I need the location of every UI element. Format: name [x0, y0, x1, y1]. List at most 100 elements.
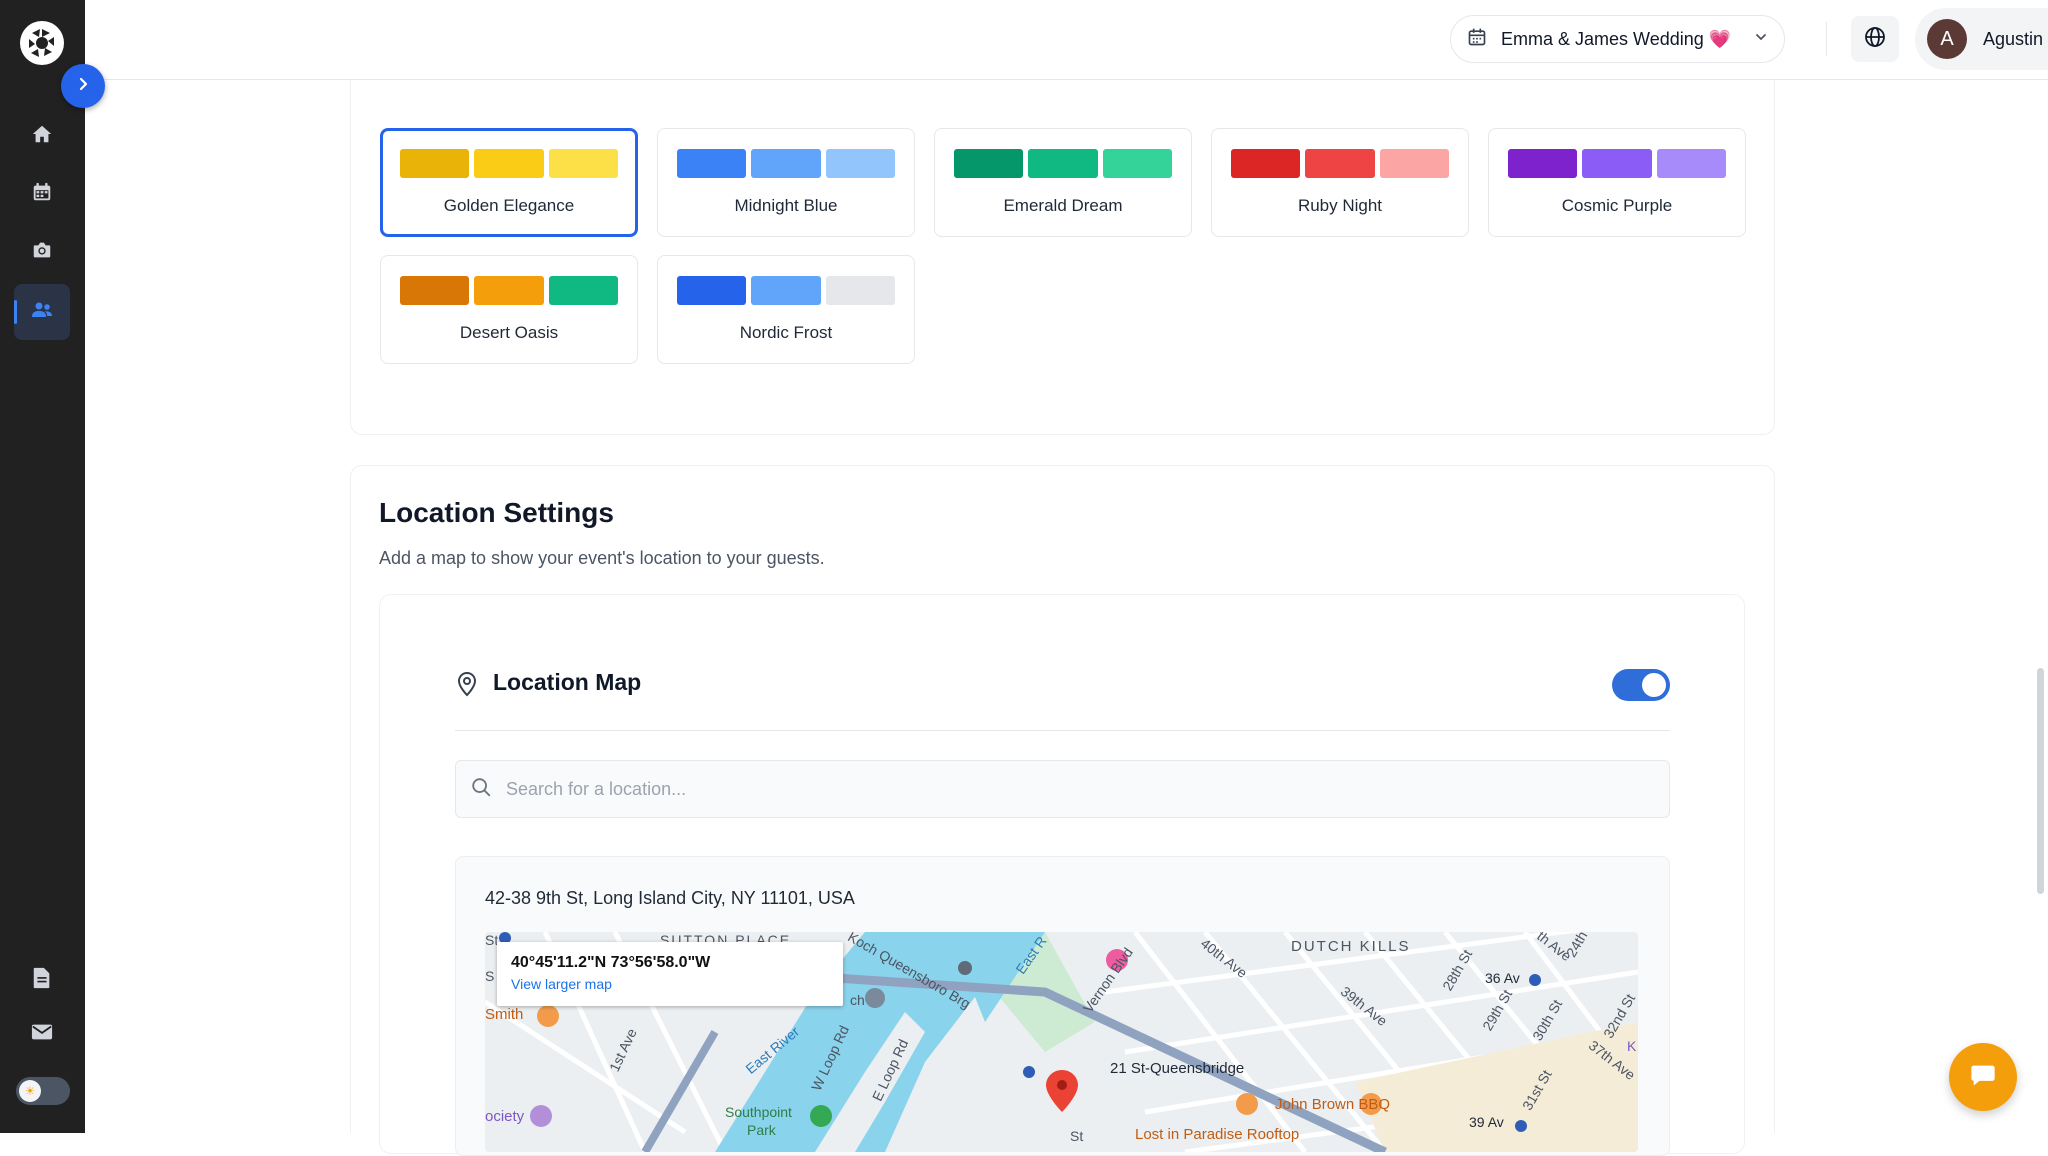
palette-option-emerald-dream[interactable]: Emerald Dream — [934, 128, 1192, 237]
camera-aperture-logo[interactable] — [19, 20, 65, 66]
palette-option-midnight-blue[interactable]: Midnight Blue — [657, 128, 915, 237]
chat-button[interactable] — [1949, 1043, 2017, 1111]
nav-home[interactable] — [14, 108, 70, 164]
palette-option-ruby-night[interactable]: Ruby Night — [1211, 128, 1469, 237]
map-label-st-fragment-3: St — [1070, 1128, 1084, 1144]
location-address: 42-38 9th St, Long Island City, NY 11101… — [485, 888, 855, 908]
palette-swatch — [400, 276, 470, 305]
chevron-down-icon — [1754, 30, 1768, 49]
palette-option-golden-elegance[interactable]: Golden Elegance — [380, 128, 638, 237]
palette-option-nordic-frost[interactable]: Nordic Frost — [657, 255, 915, 364]
users-icon — [30, 298, 54, 327]
location-search-input[interactable] — [506, 778, 1655, 800]
map-label-dutch-kills: DUTCH KILLS — [1291, 938, 1411, 955]
palette-option-desert-oasis[interactable]: Desert Oasis — [380, 255, 638, 364]
map-label-southpoint: Southpoint — [725, 1104, 792, 1120]
document-icon — [32, 967, 52, 994]
map-label-lost-in-paradise: Lost in Paradise Rooftop — [1135, 1126, 1300, 1143]
nav-documents[interactable] — [14, 952, 70, 1008]
camera-icon — [31, 239, 53, 266]
map-label-john-brown-bbq: John Brown BBQ — [1275, 1096, 1391, 1113]
palette-swatch — [677, 149, 747, 178]
map-label-smith: Smith — [485, 1006, 524, 1023]
calendar-icon — [31, 181, 53, 208]
palette-swatch — [400, 149, 470, 178]
palette-swatch — [954, 149, 1024, 178]
palette-swatches — [677, 276, 895, 305]
palette-swatch — [825, 276, 895, 305]
chevron-right-icon — [75, 76, 91, 97]
palette-swatch — [677, 276, 747, 305]
embedded-map[interactable]: SUTTON PLACE DUTCH KILLS Koch Queensboro… — [485, 932, 1638, 1152]
palette-option-cosmic-purple[interactable]: Cosmic Purple — [1488, 128, 1746, 237]
user-name: Agustin — [1983, 28, 2044, 49]
palette-name: Ruby Night — [1297, 196, 1383, 215]
palette-swatch — [474, 149, 544, 178]
map-info-box: 40°45'11.2"N 73°56'58.0"W View larger ma… — [497, 942, 843, 1006]
header-divider — [1826, 22, 1827, 56]
event-selector[interactable]: Emma & James Wedding 💗 — [1450, 15, 1785, 63]
nav-messages[interactable] — [14, 1006, 70, 1062]
user-menu[interactable]: A Agustin — [1915, 8, 2048, 70]
language-button[interactable] — [1851, 16, 1899, 62]
top-bar: Emma & James Wedding 💗 A Agustin — [85, 0, 2048, 80]
palette-swatch — [751, 149, 821, 178]
palette-name: Nordic Frost — [739, 323, 833, 342]
nav-calendar[interactable] — [14, 166, 70, 222]
palette-swatch — [548, 149, 618, 178]
palette-swatch — [1102, 149, 1172, 178]
palette-name: Desert Oasis — [459, 323, 559, 342]
location-search-field[interactable] — [455, 760, 1670, 818]
view-larger-map-link[interactable]: View larger map — [511, 976, 829, 992]
palette-swatches — [400, 149, 618, 178]
palette-swatches — [1508, 149, 1726, 178]
palette-swatches — [954, 149, 1172, 178]
toggle-knob — [1642, 673, 1666, 697]
section-divider — [455, 730, 1670, 731]
nav-active-indicator — [14, 300, 17, 324]
sun-icon: ☀ — [19, 1080, 41, 1102]
palette-swatch — [1379, 149, 1449, 178]
palette-name: Cosmic Purple — [1561, 196, 1673, 215]
mail-icon — [31, 1023, 53, 1046]
palette-swatch — [825, 149, 895, 178]
palette-swatch — [474, 276, 544, 305]
home-icon — [31, 123, 53, 150]
map-label-park: Park — [747, 1122, 776, 1138]
map-label-36-av: 36 Av — [1485, 970, 1520, 986]
event-selector-label: Emma & James Wedding 💗 — [1501, 28, 1732, 49]
palette-swatch — [1231, 149, 1301, 178]
map-coordinates: 40°45'11.2"N 73°56'58.0"W — [511, 954, 711, 971]
calendar-icon — [1467, 27, 1487, 52]
map-label-s-fragment: S — [485, 968, 495, 984]
location-map-toggle[interactable] — [1612, 669, 1670, 701]
theme-toggle[interactable]: ☀ — [16, 1077, 70, 1105]
map-pin-icon — [455, 671, 481, 697]
palette-swatch — [1582, 149, 1652, 178]
search-icon — [470, 776, 492, 803]
expand-sidebar-button[interactable] — [61, 64, 105, 108]
nav-camera[interactable] — [14, 224, 70, 280]
chat-bubble-icon — [1969, 1061, 1997, 1094]
avatar: A — [1927, 19, 1967, 59]
palette-swatch — [548, 276, 618, 305]
palette-swatches — [1231, 149, 1449, 178]
palette-name: Emerald Dream — [1003, 196, 1123, 215]
palette-swatches — [400, 276, 618, 305]
location-settings-subtitle: Add a map to show your event's location … — [379, 548, 825, 568]
palette-swatch — [1656, 149, 1726, 178]
palette-name: Golden Elegance — [443, 196, 575, 215]
location-map-title: Location Map — [493, 669, 642, 695]
palette-name: Midnight Blue — [734, 196, 838, 215]
palette-swatch — [1305, 149, 1375, 178]
nav-guests[interactable] — [14, 284, 70, 340]
location-settings-title: Location Settings — [379, 497, 614, 528]
page-scrollbar[interactable] — [2037, 668, 2044, 894]
map-label-society: ociety — [485, 1108, 525, 1125]
palette-swatches — [677, 149, 895, 178]
map-label-ch-fragment: ch — [850, 992, 865, 1008]
palette-swatch — [1508, 149, 1578, 178]
map-label-21-st-queensbridge: 21 St-Queensbridge — [1110, 1060, 1245, 1077]
map-label-39-av: 39 Av — [1469, 1114, 1504, 1130]
globe-icon — [1863, 25, 1887, 54]
